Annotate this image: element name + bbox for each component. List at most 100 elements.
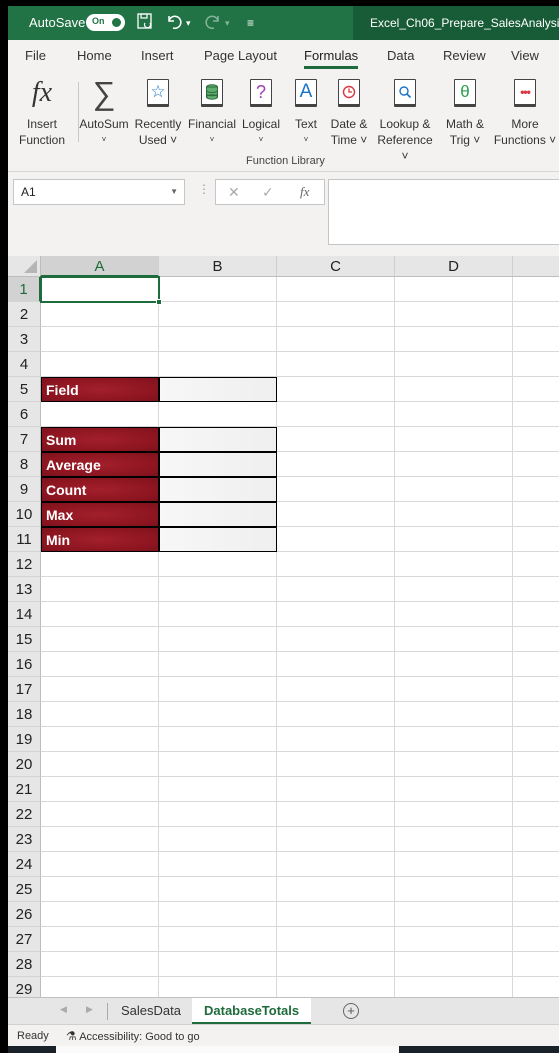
cell-b17[interactable]	[159, 677, 277, 702]
cell-b3[interactable]	[159, 327, 277, 352]
date-time-button[interactable]: Date & Time ˅	[326, 76, 372, 148]
cell-c4[interactable]	[277, 352, 395, 377]
cell-e14[interactable]	[513, 602, 559, 627]
redo-dropdown-icon[interactable]: ▾	[225, 18, 230, 29]
more-functions-button[interactable]: ••• More Functions ˅	[491, 76, 559, 148]
cell-c26[interactable]	[277, 902, 395, 927]
cell-a2[interactable]	[41, 302, 159, 327]
cell-a4[interactable]	[41, 352, 159, 377]
cell-b9[interactable]	[159, 477, 277, 502]
cell-d9[interactable]	[395, 477, 513, 502]
cell-e2[interactable]	[513, 302, 559, 327]
cell-c3[interactable]	[277, 327, 395, 352]
cell-a15[interactable]	[41, 627, 159, 652]
cell-a16[interactable]	[41, 652, 159, 677]
cell-a13[interactable]	[41, 577, 159, 602]
cell-d14[interactable]	[395, 602, 513, 627]
tab-page-layout[interactable]: Page Layout	[204, 48, 277, 63]
select-all-button[interactable]	[8, 256, 41, 277]
cell-d23[interactable]	[395, 827, 513, 852]
sheet-tab-databasetotals[interactable]: DatabaseTotals	[192, 998, 312, 1024]
accessibility-status[interactable]: ⚗ Accessibility: Good to go	[66, 1029, 200, 1043]
next-sheet-icon[interactable]: ▶	[86, 1004, 93, 1015]
save-icon[interactable]	[136, 12, 154, 34]
cell-d5[interactable]	[395, 377, 513, 402]
cell-b13[interactable]	[159, 577, 277, 602]
redo-icon[interactable]	[204, 12, 222, 34]
tab-file[interactable]: File	[25, 48, 46, 63]
column-header-c[interactable]: C	[277, 256, 395, 277]
cell-a6[interactable]	[41, 402, 159, 427]
cell-b22[interactable]	[159, 802, 277, 827]
cell-a21[interactable]	[41, 777, 159, 802]
cell-e22[interactable]	[513, 802, 559, 827]
cell-b4[interactable]	[159, 352, 277, 377]
cell-e17[interactable]	[513, 677, 559, 702]
recently-used-button[interactable]: ☆ Recently Used ˅	[132, 76, 184, 148]
cell-a19[interactable]	[41, 727, 159, 752]
cell-e11[interactable]	[513, 527, 559, 552]
cell-a9[interactable]: Count	[41, 477, 159, 502]
financial-button[interactable]: Financial ˅	[185, 76, 239, 148]
cell-d22[interactable]	[395, 802, 513, 827]
cell-d20[interactable]	[395, 752, 513, 777]
cell-a10[interactable]: Max	[41, 502, 159, 527]
autosum-button[interactable]: ∑ AutoSum ˅	[76, 76, 132, 148]
cell-b7[interactable]	[159, 427, 277, 452]
cell-e7[interactable]	[513, 427, 559, 452]
cell-c20[interactable]	[277, 752, 395, 777]
insert-function-icon[interactable]: fx	[300, 184, 309, 200]
cell-b18[interactable]	[159, 702, 277, 727]
text-button[interactable]: A Text ˅	[288, 76, 324, 148]
row-header-23[interactable]: 23	[8, 827, 41, 852]
cell-e5[interactable]	[513, 377, 559, 402]
cell-c18[interactable]	[277, 702, 395, 727]
cell-e10[interactable]	[513, 502, 559, 527]
cell-e15[interactable]	[513, 627, 559, 652]
cell-a18[interactable]	[41, 702, 159, 727]
cell-a23[interactable]	[41, 827, 159, 852]
cell-c17[interactable]	[277, 677, 395, 702]
cell-b15[interactable]	[159, 627, 277, 652]
cell-c11[interactable]	[277, 527, 395, 552]
cell-a26[interactable]	[41, 902, 159, 927]
cell-e4[interactable]	[513, 352, 559, 377]
cell-d12[interactable]	[395, 552, 513, 577]
row-header-3[interactable]: 3	[8, 327, 41, 352]
cell-e18[interactable]	[513, 702, 559, 727]
row-header-20[interactable]: 20	[8, 752, 41, 777]
row-header-13[interactable]: 13	[8, 577, 41, 602]
cell-d15[interactable]	[395, 627, 513, 652]
cell-d28[interactable]	[395, 952, 513, 977]
cell-c24[interactable]	[277, 852, 395, 877]
cell-d3[interactable]	[395, 327, 513, 352]
name-box-dropdown-icon[interactable]: ▼	[170, 187, 178, 196]
cell-c19[interactable]	[277, 727, 395, 752]
cell-d2[interactable]	[395, 302, 513, 327]
cell-d13[interactable]	[395, 577, 513, 602]
cell-c1[interactable]	[277, 277, 395, 302]
cell-e24[interactable]	[513, 852, 559, 877]
cell-d17[interactable]	[395, 677, 513, 702]
row-header-16[interactable]: 16	[8, 652, 41, 677]
cell-b28[interactable]	[159, 952, 277, 977]
cell-a27[interactable]	[41, 927, 159, 952]
formula-input[interactable]	[328, 179, 559, 245]
cell-a11[interactable]: Min	[41, 527, 159, 552]
cell-c2[interactable]	[277, 302, 395, 327]
row-header-8[interactable]: 8	[8, 452, 41, 477]
logical-button[interactable]: ? Logical ˅	[240, 76, 282, 148]
cell-c21[interactable]	[277, 777, 395, 802]
cell-b19[interactable]	[159, 727, 277, 752]
row-header-17[interactable]: 17	[8, 677, 41, 702]
cancel-icon[interactable]: ✕	[228, 184, 240, 201]
sheet-tab-salesdata[interactable]: SalesData	[109, 998, 193, 1024]
cell-b20[interactable]	[159, 752, 277, 777]
row-header-22[interactable]: 22	[8, 802, 41, 827]
cell-a17[interactable]	[41, 677, 159, 702]
row-header-19[interactable]: 19	[8, 727, 41, 752]
cell-b27[interactable]	[159, 927, 277, 952]
cell-c14[interactable]	[277, 602, 395, 627]
row-header-14[interactable]: 14	[8, 602, 41, 627]
cell-b6[interactable]	[159, 402, 277, 427]
